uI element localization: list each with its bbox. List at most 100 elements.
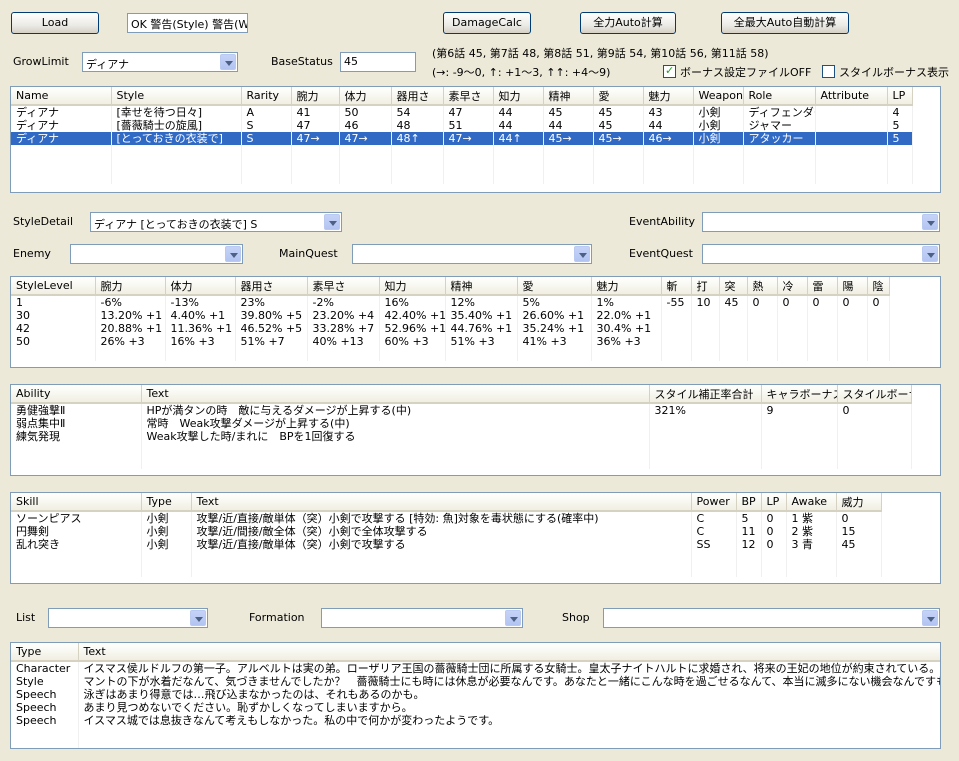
column-header[interactable]: Role: [743, 87, 816, 106]
table-cell: [649, 430, 762, 443]
column-header[interactable]: BP: [736, 493, 762, 512]
column-header[interactable]: 熱: [747, 277, 778, 296]
chevron-down-icon[interactable]: [190, 610, 206, 626]
column-header[interactable]: Skill: [11, 493, 142, 512]
column-header[interactable]: 器用さ: [235, 277, 308, 296]
column-header[interactable]: Type: [11, 643, 79, 662]
column-header[interactable]: Style: [111, 87, 242, 106]
column-header[interactable]: LP: [887, 87, 913, 106]
column-header[interactable]: 素早さ: [443, 87, 494, 106]
table-row[interactable]: 50 26% +3 16% +3 51% +7 40% +13 60% +3 51% +3 4…: [11, 335, 890, 348]
chevron-down-icon[interactable]: [324, 214, 340, 230]
table-row[interactable]: Speech イスマス城では息抜きなんて考えもしなかった。私の中で何かが変わったよ…: [11, 714, 940, 727]
column-header[interactable]: Ability: [11, 385, 142, 404]
column-header[interactable]: 陰: [867, 277, 890, 296]
chevron-down-icon[interactable]: [225, 246, 241, 262]
event-ability-select[interactable]: [702, 212, 940, 232]
chevron-down-icon[interactable]: [922, 214, 938, 230]
shop-select[interactable]: [603, 608, 940, 628]
column-header[interactable]: 器用さ: [391, 87, 444, 106]
table-row[interactable]: ディアナ [とっておきの衣装で] S 47→ 47→ 48↑ 47→ 44↑ 45→ 45→ 46→…: [11, 132, 913, 145]
column-header[interactable]: Power: [691, 493, 737, 512]
column-header[interactable]: Weapon: [693, 87, 744, 106]
chevron-down-icon[interactable]: [574, 246, 590, 262]
table-row[interactable]: Speech あまり見つめないでください。恥ずかしくなってしまいますから。: [11, 701, 940, 714]
column-header[interactable]: Text: [78, 643, 940, 662]
main-quest-select[interactable]: [352, 244, 592, 264]
column-header[interactable]: スタイルボーナス: [837, 385, 912, 404]
column-header[interactable]: 体力: [165, 277, 236, 296]
table-row[interactable]: 弱点集中Ⅱ 常時 Weak攻撃ダメージが上昇する(中): [11, 417, 912, 430]
column-header[interactable]: 魅力: [643, 87, 694, 106]
column-header[interactable]: 知力: [379, 277, 446, 296]
text-grid[interactable]: Type Text Character イスマス侯ルドルフの第一子。アルベルトは実の弟…: [10, 642, 941, 749]
column-header[interactable]: 打: [691, 277, 720, 296]
table-row[interactable]: Style マントの下が水着だなんて、気づきませんでしたか？ 薔薇騎士にも時には休…: [11, 675, 940, 688]
max-auto-calc-button[interactable]: 全最大Auto自動計算: [721, 12, 849, 34]
column-header[interactable]: 威力: [836, 493, 882, 512]
column-header[interactable]: Attribute: [815, 87, 888, 106]
column-header[interactable]: Text: [141, 385, 650, 404]
auto-calc-button[interactable]: 全力Auto計算: [580, 12, 676, 34]
ability-grid[interactable]: AbilityTextスタイル補正率合計キャラボーナススタイルボーナス勇健強撃Ⅱ…: [10, 384, 941, 476]
chevron-down-icon[interactable]: [220, 54, 236, 70]
bonus-file-checkbox[interactable]: [663, 64, 676, 78]
column-header[interactable]: 魅力: [591, 277, 662, 296]
table-row[interactable]: ディアナ [薔薇騎士の旋風] S 47 46 48 51 44 44 45 44 小剣 ジャマー 5: [11, 119, 913, 132]
column-header[interactable]: Awake: [786, 493, 837, 512]
column-header[interactable]: Name: [11, 87, 112, 106]
table-row[interactable]: 1 -6% -13% 23% -2% 16% 12% 5% 1% -55 10 45 0 0 0 0 0: [11, 295, 890, 309]
table-row[interactable]: 勇健強撃Ⅱ HPが満タンの時 敵に与えるダメージが上昇する(中) 321% 9 0: [11, 403, 912, 417]
column-header[interactable]: 愛: [517, 277, 592, 296]
formation-select[interactable]: [321, 608, 523, 628]
message-field[interactable]: OK 警告(Style) 警告(W: [127, 13, 248, 33]
table-row[interactable]: 円舞剣 小剣 攻撃/近/間接/敵全体（突）小剣で全体攻撃する C 11 0 2 紫 15: [11, 525, 882, 538]
grow-limit-select[interactable]: ディアナ: [82, 52, 238, 72]
table-cell: 1 紫: [786, 511, 837, 525]
style-level-grid[interactable]: StyleLevel 腕力 体力 器用さ 素早さ 知力 精神愛魅力斬打突熱冷雷陽陰 1 -6% -…: [10, 276, 941, 368]
chevron-down-icon[interactable]: [922, 610, 938, 626]
skill-grid[interactable]: Skill Type Text Power BP LP Awake 威力 ソーンピアス 小剣 攻撃/…: [10, 492, 941, 584]
table-row[interactable]: 乱れ突き 小剣 攻撃/近/直接/敵単体（突）小剣で攻撃する SS 12 0 3 青 45: [11, 538, 882, 551]
column-header[interactable]: LP: [761, 493, 787, 512]
column-header[interactable]: 腕力: [291, 87, 340, 106]
table-row[interactable]: ディアナ[幸せを待つ日々]A4150544744454543小剣ディフェンダー4: [11, 105, 913, 119]
column-header[interactable]: 愛: [593, 87, 644, 106]
style-detail-select[interactable]: ディアナ [とっておきの衣装で] S: [90, 212, 342, 232]
column-header[interactable]: 突: [719, 277, 748, 296]
table-cell: ソーンピアス: [11, 511, 142, 525]
table-row[interactable]: 42 20.88% +1 11.36% +1 46.52% +5 33.28% +7 52…: [11, 322, 890, 335]
table-row[interactable]: 30 13.20% +1 4.40% +1 39.80% +5 23.20% +4 42.…: [11, 309, 890, 322]
table-row[interactable]: 練気発現 Weak攻撃した時/まれに BPを1回復する: [11, 430, 912, 443]
chevron-down-icon[interactable]: [505, 610, 521, 626]
column-header[interactable]: 精神: [445, 277, 518, 296]
column-header[interactable]: 雷: [807, 277, 838, 296]
column-header[interactable]: 冷: [777, 277, 808, 296]
column-header[interactable]: 腕力: [95, 277, 166, 296]
column-header[interactable]: Rarity: [241, 87, 292, 106]
text-table: Type Text Character イスマス侯ルドルフの第一子。アルベルトは実の弟…: [11, 643, 940, 748]
chevron-down-icon[interactable]: [922, 246, 938, 262]
column-header[interactable]: 素早さ: [307, 277, 380, 296]
event-quest-select[interactable]: [702, 244, 940, 264]
style-bonus-checkbox[interactable]: [822, 65, 835, 78]
table-row[interactable]: ソーンピアス 小剣 攻撃/近/直接/敵単体（突）小剣で攻撃する [特効: 魚]対象を…: [11, 511, 882, 525]
column-header[interactable]: 体力: [339, 87, 392, 106]
column-header[interactable]: 知力: [493, 87, 544, 106]
column-header[interactable]: 斬: [661, 277, 692, 296]
column-header[interactable]: キャラボーナス: [761, 385, 838, 404]
base-status-input[interactable]: 45: [340, 52, 416, 72]
style-grid[interactable]: Name Style Rarity 腕力 体力 器用さ 素早さ 知力 精神愛魅力 Weapon Ro…: [10, 86, 941, 193]
column-header[interactable]: 陽: [837, 277, 868, 296]
column-header[interactable]: スタイル補正率合計: [649, 385, 762, 404]
column-header[interactable]: StyleLevel: [11, 277, 96, 296]
table-row[interactable]: Character イスマス侯ルドルフの第一子。アルベルトは実の弟。ローザリア王国…: [11, 661, 940, 675]
column-header[interactable]: Type: [141, 493, 192, 512]
table-row[interactable]: Speech 泳ぎはあまり得意では…飛び込まなかったのは、それもあるのかも。: [11, 688, 940, 701]
column-header[interactable]: Text: [191, 493, 692, 512]
load-button[interactable]: Load: [11, 12, 99, 34]
damage-calc-button[interactable]: DamageCalc: [443, 12, 531, 34]
column-header[interactable]: 精神: [543, 87, 594, 106]
enemy-select[interactable]: [70, 244, 243, 264]
list-select[interactable]: [48, 608, 208, 628]
